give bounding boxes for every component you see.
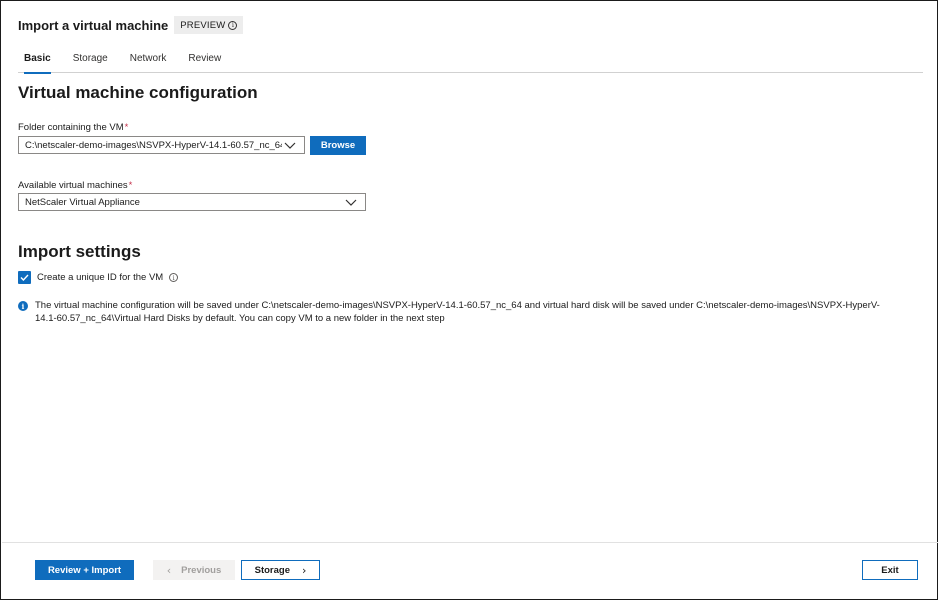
- available-vms-label: Available virtual machines*: [18, 180, 132, 191]
- folder-dropdown[interactable]: C:\netscaler-demo-images\NSVPX-HyperV-14…: [18, 136, 305, 154]
- required-asterisk: *: [124, 122, 129, 133]
- available-vms-label-text: Available virtual machines: [18, 180, 128, 191]
- available-vms-dropdown[interactable]: NetScaler Virtual Appliance: [18, 193, 366, 211]
- unique-id-row: Create a unique ID for the VM i: [18, 271, 179, 284]
- previous-button-label: Previous: [181, 564, 222, 576]
- footer-divider: [2, 542, 938, 543]
- previous-button: ‹ Previous: [153, 560, 235, 580]
- unique-id-checkbox[interactable]: [18, 271, 31, 284]
- chevron-down-icon: [343, 196, 359, 208]
- chevron-right-icon: ›: [301, 563, 307, 577]
- import-settings-heading: Import settings: [18, 242, 141, 261]
- tab-review[interactable]: Review: [182, 51, 227, 73]
- info-message: i The virtual machine configuration will…: [18, 299, 898, 325]
- page-title: Import a virtual machine: [18, 17, 169, 33]
- info-filled-icon: i: [18, 301, 28, 311]
- required-asterisk: *: [128, 180, 133, 191]
- info-icon[interactable]: i: [228, 20, 238, 30]
- review-import-button[interactable]: Review + Import: [35, 560, 134, 580]
- checkmark-icon: [20, 274, 29, 281]
- tab-storage[interactable]: Storage: [67, 51, 114, 73]
- next-button-label: Storage: [254, 564, 290, 576]
- chevron-left-icon: ‹: [166, 563, 172, 577]
- browse-button[interactable]: Browse: [310, 136, 366, 155]
- folder-dropdown-value: C:\netscaler-demo-images\NSVPX-HyperV-14…: [25, 139, 282, 151]
- tab-network[interactable]: Network: [124, 51, 173, 73]
- available-vms-value: NetScaler Virtual Appliance: [25, 196, 140, 208]
- chevron-down-icon: [282, 139, 298, 151]
- exit-button[interactable]: Exit: [862, 560, 918, 580]
- info-icon[interactable]: i: [169, 273, 179, 282]
- unique-id-label: Create a unique ID for the VM: [37, 272, 164, 283]
- preview-badge-label: PREVIEW: [180, 19, 226, 31]
- title-row: Import a virtual machine PREVIEW i: [18, 15, 244, 35]
- next-storage-button[interactable]: Storage ›: [241, 560, 320, 580]
- folder-label: Folder containing the VM*: [18, 122, 128, 133]
- folder-label-text: Folder containing the VM: [18, 122, 124, 133]
- wizard-tabs: Basic Storage Network Review: [18, 51, 923, 74]
- info-message-text: The virtual machine configuration will b…: [35, 300, 880, 324]
- tab-basic[interactable]: Basic: [18, 51, 57, 74]
- vm-config-heading: Virtual machine configuration: [18, 83, 258, 102]
- import-vm-dialog: Import a virtual machine PREVIEW i Basic…: [0, 0, 938, 600]
- preview-badge: PREVIEW i: [174, 16, 244, 34]
